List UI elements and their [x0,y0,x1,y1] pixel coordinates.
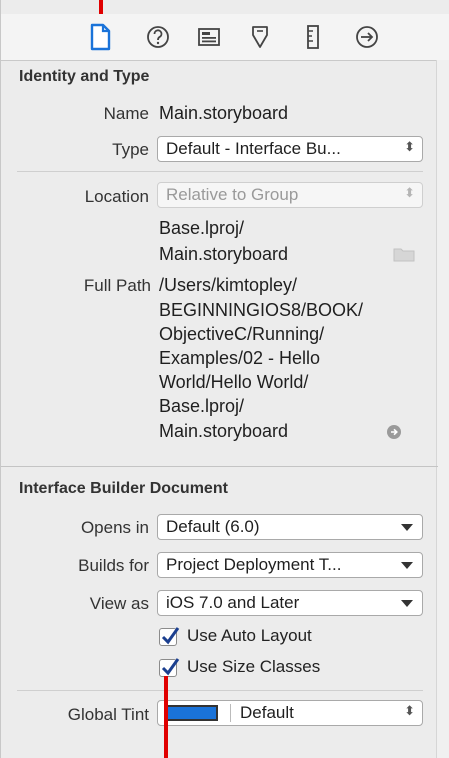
builds-for-select[interactable]: Project Deployment T... [157,552,423,578]
full-path-line-3: ObjectiveC/Running/ [159,324,325,344]
folder-icon[interactable] [393,246,415,267]
divider [230,704,231,722]
full-path-line-1: /Users/kimtopley/ [159,275,298,295]
view-as-select-value: iOS 7.0 and Later [166,593,300,612]
updown-arrows-icon: ⬍ [404,139,415,154]
global-tint-label: Global Tint [67,705,149,724]
type-select[interactable]: Default - Interface Bu... ⬍ [157,136,423,162]
connections-icon[interactable] [352,22,382,52]
location-label: Location [84,187,149,206]
section-divider [1,466,438,467]
full-path-line-6: Base.lproj/ [159,396,245,416]
updown-arrows-icon: ⬍ [404,703,415,718]
file-icon[interactable] [85,22,115,52]
reveal-in-finder-arrow-icon[interactable] [386,424,402,445]
use-size-classes-label: Use Size Classes [187,657,321,676]
opens-in-label: Opens in [80,518,149,537]
annotation-marker-bottom [164,676,168,758]
chevron-down-icon [401,562,413,569]
section-title-identity: Identity and Type [19,68,150,85]
full-path-line-4: Examples/02 - Hello [159,348,321,368]
location-path-line-1: Base.lproj/ [159,218,245,238]
type-label: Type [112,140,149,159]
full-path-line-7: Main.storyboard [159,421,289,441]
view-as-select[interactable]: iOS 7.0 and Later [157,590,423,616]
name-value: Main.storyboard [159,103,289,123]
opens-in-select[interactable]: Default (6.0) [157,514,423,540]
file-inspector-panel: Identity and Type Name Main.storyboard T… [0,0,449,758]
global-tint-select[interactable]: Default ⬍ [157,700,423,726]
divider [17,690,423,691]
full-path-label: Full Path [83,276,151,295]
inspector-toolbar [1,14,449,61]
section-title-ib-document: Interface Builder Document [19,480,228,497]
annotation-marker-top [99,0,103,14]
size-icon[interactable] [298,22,328,52]
divider [17,171,423,172]
tint-color-swatch [166,705,218,721]
builds-for-select-value: Project Deployment T... [166,555,342,574]
identity-icon[interactable] [194,22,224,52]
location-select[interactable]: Relative to Group ⬍ [157,182,423,208]
chevron-down-icon [401,600,413,607]
updown-arrows-icon: ⬍ [404,185,415,200]
inspector-scrollbar[interactable] [436,60,449,758]
checkmark-icon [161,658,180,676]
name-label: Name [103,104,149,123]
help-icon[interactable] [143,22,173,52]
global-tint-value: Default [240,703,294,722]
full-path-line-2: BEGINNINGIOS8/BOOK/ [159,300,364,320]
use-size-classes-checkbox[interactable] [159,658,180,677]
type-select-value: Default - Interface Bu... [166,139,341,158]
use-auto-layout-label: Use Auto Layout [187,626,312,645]
attributes-icon[interactable] [245,22,275,52]
opens-in-select-value: Default (6.0) [166,517,260,536]
chevron-down-icon [401,524,413,531]
view-as-label: View as [89,594,149,613]
checkmark-icon [161,627,180,645]
builds-for-label: Builds for [78,556,149,575]
use-auto-layout-checkbox[interactable] [159,627,180,646]
full-path-line-5: World/Hello World/ [159,372,309,392]
location-path-line-2: Main.storyboard [159,244,289,264]
location-select-value: Relative to Group [166,185,299,204]
